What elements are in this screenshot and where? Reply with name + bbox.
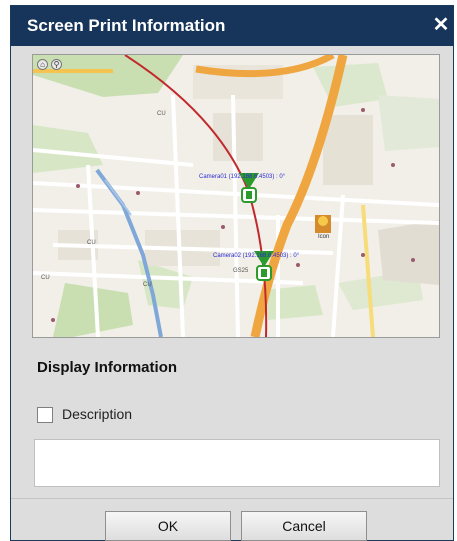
- map-image: [33, 55, 439, 337]
- map-view[interactable]: ⌂ ⚲ Camera01 (192.168.6.4503) : 0° Camer…: [32, 54, 440, 338]
- close-icon[interactable]: ✕: [429, 13, 453, 37]
- screen-print-dialog: Screen Print Information ✕ ⌂ ⚲ Camera01 …: [10, 5, 454, 541]
- cancel-button[interactable]: Cancel: [241, 511, 367, 541]
- description-field[interactable]: [34, 439, 440, 487]
- camera1-label: Camera01 (192.168.6.4503) : 0°: [199, 174, 286, 180]
- place-label: CU: [143, 282, 152, 288]
- footer-divider: [11, 498, 453, 499]
- title-bar: Screen Print Information ✕: [11, 6, 453, 46]
- map-toolbar: ⌂ ⚲: [37, 59, 62, 70]
- place-label: GS25: [233, 268, 249, 274]
- place-label: CU: [87, 240, 96, 246]
- description-checkbox[interactable]: [37, 407, 53, 423]
- description-label[interactable]: Description: [62, 406, 132, 422]
- home-icon[interactable]: ⌂: [37, 59, 48, 70]
- dialog-title: Screen Print Information: [27, 16, 226, 35]
- place-label: CU: [41, 275, 50, 281]
- camera2-label: Camera02 (192.168.6.4503) : 0°: [213, 253, 300, 259]
- ok-button[interactable]: OK: [105, 511, 231, 541]
- place-label: CU: [157, 111, 166, 117]
- zoom-icon[interactable]: ⚲: [51, 59, 62, 70]
- place-label: Icon: [318, 234, 330, 240]
- display-information-title: Display Information: [37, 359, 178, 376]
